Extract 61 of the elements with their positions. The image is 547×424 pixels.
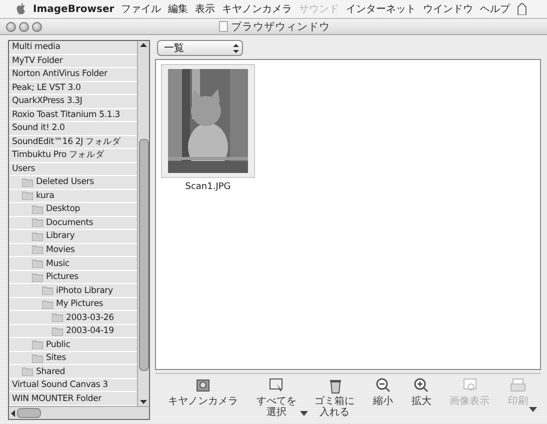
menu-item[interactable]: キヤノンカメラ	[222, 2, 292, 16]
scroll-thumb[interactable]	[17, 408, 41, 418]
select-icon	[267, 376, 286, 394]
view-dropdown[interactable]: 一覧	[157, 40, 243, 56]
folder-item[interactable]: Sites	[9, 352, 137, 366]
toolbar-button[interactable]: ゴミ箱に 入れる	[314, 376, 355, 418]
apple-icon[interactable]	[16, 3, 26, 15]
menu-item[interactable]: ウインドウ	[423, 2, 474, 16]
menu-item[interactable]: 編集	[168, 2, 188, 16]
close-button[interactable]	[6, 22, 16, 32]
folder-item[interactable]: Pictures	[9, 270, 137, 284]
folder-item[interactable]: Deleted Users	[9, 176, 137, 190]
file-name: Scan1.JPG	[185, 182, 231, 192]
scroll-left-icon[interactable]	[9, 410, 17, 416]
toolbar-button[interactable]: 縮小	[372, 376, 393, 408]
folder-item[interactable]: SoundEdit™16 2J フォルダ	[9, 136, 137, 150]
zoom-button[interactable]	[32, 22, 42, 32]
zoom-out-icon	[374, 376, 392, 394]
folder-item[interactable]: Timbuktu Pro フォルダ	[9, 149, 137, 163]
folder-item[interactable]: 2003-03-26	[9, 311, 137, 325]
menu-item[interactable]: ヘルプ	[480, 2, 510, 16]
folder-item[interactable]: iPhoto Library	[9, 284, 137, 298]
toolbar-button[interactable]: 拡大	[411, 376, 432, 408]
folder-item[interactable]: Music	[9, 257, 137, 271]
printer-icon	[508, 376, 527, 394]
folder-item[interactable]: Public	[9, 338, 137, 352]
folder-item[interactable]: Virtual Sound Canvas 3	[9, 378, 137, 392]
folder-item[interactable]: Desktop	[9, 203, 137, 217]
menu-item[interactable]: ファイル	[121, 2, 162, 16]
thumbnail-frame[interactable]	[161, 64, 255, 178]
scroll-thumb[interactable]	[138, 139, 148, 371]
folder-item[interactable]: WIN MOUNTER Folder	[9, 392, 137, 406]
folder-item[interactable]: MyTV Folder	[9, 54, 137, 68]
folder-item[interactable]: Documents	[9, 216, 137, 230]
scroll-down-icon[interactable]	[140, 398, 147, 406]
scroll-up-icon[interactable]	[140, 41, 147, 49]
caret-icon	[529, 407, 537, 412]
menu-item[interactable]: 表示	[195, 2, 216, 16]
toolbar-button[interactable]: キヤノンカメラ	[168, 376, 238, 408]
folder-item[interactable]: Peak; LE VST 3.0	[9, 82, 137, 96]
folder-item[interactable]: Users	[9, 162, 137, 176]
window-title: ブラウザウィンドウ	[231, 20, 330, 34]
folder-item[interactable]: Library	[9, 230, 137, 244]
folder-item[interactable]: Norton AntiVirus Folder	[9, 68, 137, 82]
stepper-icon	[232, 42, 240, 54]
folder-item[interactable]: Shared	[9, 365, 137, 379]
toolbar-button[interactable]: すべてを 選択	[256, 376, 296, 418]
menu-item[interactable]: インターネット	[346, 2, 416, 16]
minimize-button[interactable]	[19, 22, 29, 32]
app-menu[interactable]: ImageBrowser	[33, 4, 114, 14]
zoom-in-icon	[412, 376, 430, 394]
folder-item[interactable]: Movies	[9, 244, 137, 258]
vertical-scrollbar[interactable]	[137, 41, 149, 406]
folder-item[interactable]: Roxio Toast Titanium 5.1.3	[9, 108, 137, 122]
folder-item[interactable]: QuarkXPress 3.3J	[9, 95, 137, 109]
folder-item[interactable]: 2003-04-19	[9, 324, 137, 338]
folder-item[interactable]: Multi media	[9, 41, 137, 55]
folder-item[interactable]: My Pictures	[9, 298, 137, 312]
folder-item[interactable]: kura	[9, 190, 137, 204]
horizontal-scrollbar[interactable]	[9, 406, 149, 419]
folder-item[interactable]: Sound it! 2.0	[9, 122, 137, 136]
